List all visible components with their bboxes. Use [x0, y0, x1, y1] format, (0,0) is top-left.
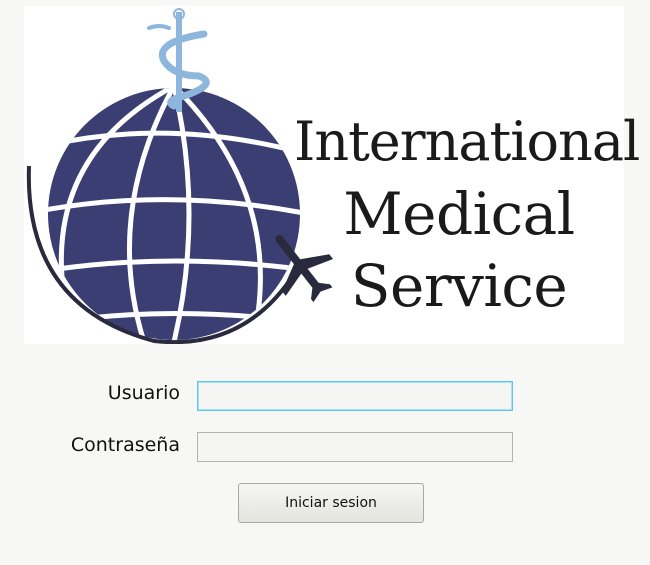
logo-panel: International Medical Service: [24, 6, 640, 344]
brand-line-3: Service: [350, 252, 568, 320]
login-window: International Medical Service Usuario Co…: [0, 0, 650, 565]
globe-icon: [48, 88, 300, 340]
password-input[interactable]: [197, 432, 513, 462]
brand-name: International Medical Service: [294, 106, 640, 322]
brand-line-1: International: [294, 110, 640, 173]
login-button[interactable]: Iniciar sesion: [238, 483, 424, 523]
username-input[interactable]: [197, 381, 513, 411]
username-label: Usuario: [107, 382, 180, 404]
password-label: Contraseña: [70, 434, 180, 456]
brand-line-2: Medical: [343, 180, 575, 248]
